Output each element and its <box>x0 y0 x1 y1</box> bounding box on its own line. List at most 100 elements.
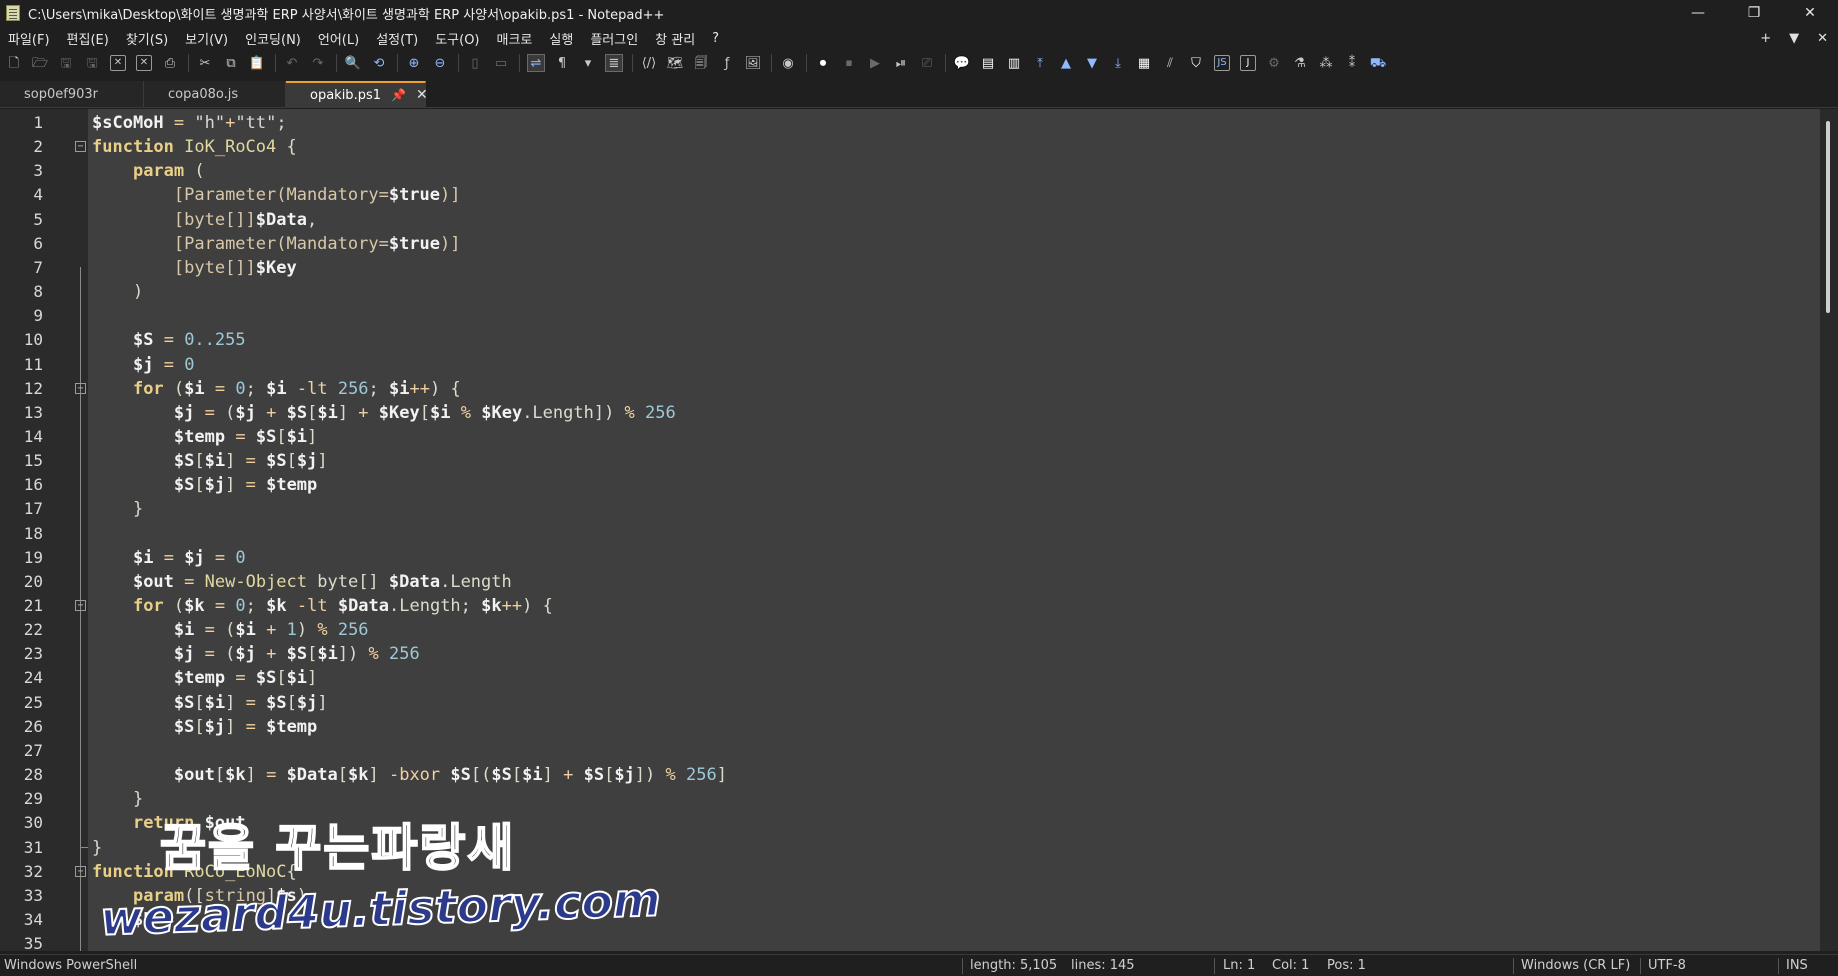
replace-icon[interactable]: ⟲ <box>371 55 387 71</box>
save-macro-icon[interactable]: ⎚ <box>919 55 935 71</box>
pin-icon[interactable]: 📌 <box>391 88 406 102</box>
restore-button[interactable]: ❐ <box>1726 0 1782 26</box>
code-line[interactable]: 33 param([string]$s) <box>0 884 1838 908</box>
status-encoding[interactable]: UTF-8 <box>1648 958 1686 973</box>
code-line[interactable]: 21 − for ($k = 0; $k -lt $Data.Length; $k… <box>0 594 1838 618</box>
code-line[interactable]: 11 $j = 0 <box>0 353 1838 377</box>
stop-macro-icon[interactable]: ⏹ <box>841 55 857 71</box>
new-tab-plus-icon[interactable]: + <box>1760 31 1771 46</box>
function-list-icon[interactable]: ƒ <box>719 55 735 71</box>
code-line[interactable]: 34 $b = <box>0 908 1838 932</box>
plugin-tool-5-icon[interactable]: ⛟ <box>1370 55 1386 71</box>
open-file-icon[interactable]: 🗁 <box>32 55 48 71</box>
code-line[interactable]: 32 − function RoCo_EoNoC{ <box>0 860 1838 884</box>
menu-tools[interactable]: 도구(O) <box>427 29 488 48</box>
menu-plugins[interactable]: 플러그인 <box>582 29 647 48</box>
compare-settings-icon[interactable]: ▦ <box>1136 55 1152 71</box>
plugin-tool-4-icon[interactable]: ⁑ <box>1344 55 1360 71</box>
document-list-icon[interactable]: 🗐 <box>693 55 709 71</box>
code-line[interactable]: 35 <box>0 932 1838 951</box>
code-editor[interactable]: 1 $sCoMoH = "h"+"tt"; 2− function IoK_RoCo4… <box>0 109 1838 951</box>
code-line[interactable]: 3 param ( <box>0 159 1838 183</box>
comment-icon[interactable]: 💬 <box>954 55 970 71</box>
undo-icon[interactable]: ↶ <box>284 55 300 71</box>
menu-window[interactable]: 창 관리 <box>647 29 704 48</box>
js-format-icon[interactable]: JS <box>1214 55 1230 71</box>
code-line[interactable]: 6 [Parameter(Mandatory=$true)] <box>0 232 1838 256</box>
code-line[interactable]: 9 <box>0 304 1838 328</box>
play-macro-icon[interactable]: ▶ <box>867 55 883 71</box>
code-line[interactable]: 17 } <box>0 497 1838 521</box>
sync-vertical-icon[interactable]: ▯ <box>467 55 483 71</box>
code-line[interactable]: 26 $S[$j] = $temp <box>0 715 1838 739</box>
compare-icon[interactable]: ▤ <box>980 55 996 71</box>
code-line[interactable]: 12 − for ($i = 0; $i -lt 256; $i++) { <box>0 377 1838 401</box>
fold-toggle-icon[interactable]: − <box>75 141 86 153</box>
json-viewer-icon[interactable]: J <box>1240 55 1256 71</box>
close-all-icon[interactable]: ✕ <box>136 55 152 71</box>
tab-list-dropdown-icon[interactable]: ▼ <box>1789 31 1799 46</box>
compare-diff-icon[interactable]: ▥ <box>1006 55 1022 71</box>
indent-guide-icon[interactable]: ≣ <box>605 54 623 72</box>
plugin-tool-3-icon[interactable]: ⁂ <box>1318 55 1334 71</box>
vertical-scrollbar[interactable] <box>1820 109 1838 951</box>
zoom-out-icon[interactable]: ⊖ <box>432 55 448 71</box>
menu-macro[interactable]: 매크로 <box>489 29 542 48</box>
monitoring-icon[interactable]: ◉ <box>780 55 796 71</box>
fold-toggle-icon[interactable]: − <box>75 865 86 877</box>
code-line[interactable]: 31} <box>0 836 1838 860</box>
code-line[interactable]: 8 ) <box>0 280 1838 304</box>
zoom-in-icon[interactable]: ⊕ <box>406 55 422 71</box>
first-change-icon[interactable]: ⤒ <box>1032 55 1048 71</box>
code-line[interactable]: 15 $S[$i] = $S[$j] <box>0 449 1838 473</box>
code-line[interactable]: 23 $j = ($j + $S[$i]) % 256 <box>0 642 1838 666</box>
code-line[interactable]: 1 $sCoMoH = "h"+"tt"; <box>0 111 1838 135</box>
menu-run[interactable]: 실행 <box>541 29 582 48</box>
fold-toggle-icon[interactable]: − <box>75 382 86 394</box>
menu-language[interactable]: 언어(L) <box>310 29 368 48</box>
code-line[interactable]: 24 $temp = $S[$i] <box>0 666 1838 690</box>
code-line[interactable]: 22 $i = ($i + 1) % 256 <box>0 618 1838 642</box>
close-tab-icon[interactable]: ✕ <box>416 87 428 103</box>
code-line[interactable]: 13 $j = ($j + $S[$i] + $Key[$i % $Key.Le… <box>0 401 1838 425</box>
code-line[interactable]: 19 $i = $j = 0 <box>0 546 1838 570</box>
menu-help[interactable]: ? <box>704 31 728 46</box>
word-wrap-icon[interactable]: ⇌ <box>527 54 545 72</box>
copy-icon[interactable]: ⧉ <box>223 55 239 71</box>
code-line[interactable]: 4 [Parameter(Mandatory=$true)] <box>0 183 1838 207</box>
close-document-icon[interactable]: ✕ <box>1817 31 1828 46</box>
paste-icon[interactable]: 📋 <box>249 55 265 71</box>
last-change-icon[interactable]: ⤓ <box>1110 55 1126 71</box>
save-all-icon[interactable]: 🖫 <box>84 55 100 71</box>
scrollbar-thumb[interactable] <box>1826 121 1830 313</box>
status-mode[interactable]: INS <box>1786 958 1808 973</box>
save-icon[interactable]: 🖫 <box>58 55 74 71</box>
menu-settings[interactable]: 설정(T) <box>368 29 427 48</box>
tab-sop0ef903r[interactable]: sop0ef903r <box>0 81 144 107</box>
filter-icon[interactable]: ⛉ <box>1188 55 1204 71</box>
code-line[interactable]: 29 } <box>0 787 1838 811</box>
dropdown-arrow-icon[interactable]: ▾ <box>580 55 596 71</box>
close-file-icon[interactable]: ✕ <box>110 55 126 71</box>
code-line[interactable]: 30 return $out <box>0 811 1838 835</box>
previous-change-icon[interactable]: ▲ <box>1058 55 1074 71</box>
status-eol[interactable]: Windows (CR LF) <box>1521 958 1630 973</box>
code-line[interactable]: 2 − function IoK_RoCo4 { <box>0 135 1838 159</box>
print-icon[interactable]: ⎙ <box>162 55 178 71</box>
tab-copa08o-js[interactable]: copa08o.js <box>144 81 286 107</box>
ignore-whitespace-icon[interactable]: ⫽ <box>1162 55 1178 71</box>
folder-as-workspace-icon[interactable]: 🖼 <box>745 55 762 71</box>
code-line[interactable]: 10 $S = 0..255 <box>0 328 1838 352</box>
code-line[interactable]: 7 [byte[]]$Key <box>0 256 1838 280</box>
new-file-icon[interactable]: 🗋 <box>6 55 22 71</box>
minimize-button[interactable]: — <box>1670 0 1726 26</box>
fold-toggle-icon[interactable]: − <box>75 600 86 611</box>
sync-horizontal-icon[interactable]: ▭ <box>493 55 509 71</box>
find-icon[interactable]: 🔍 <box>345 55 361 71</box>
document-map-icon[interactable]: 🗺 <box>667 55 684 71</box>
code-line[interactable]: 20 $out = New-Object byte[] $Data.Length <box>0 570 1838 594</box>
run-macro-multiple-icon[interactable]: ⏯ <box>893 55 909 71</box>
close-window-button[interactable]: ✕ <box>1782 0 1838 26</box>
code-line[interactable]: 14 $temp = $S[$i] <box>0 425 1838 449</box>
menu-view[interactable]: 보기(V) <box>177 29 237 48</box>
